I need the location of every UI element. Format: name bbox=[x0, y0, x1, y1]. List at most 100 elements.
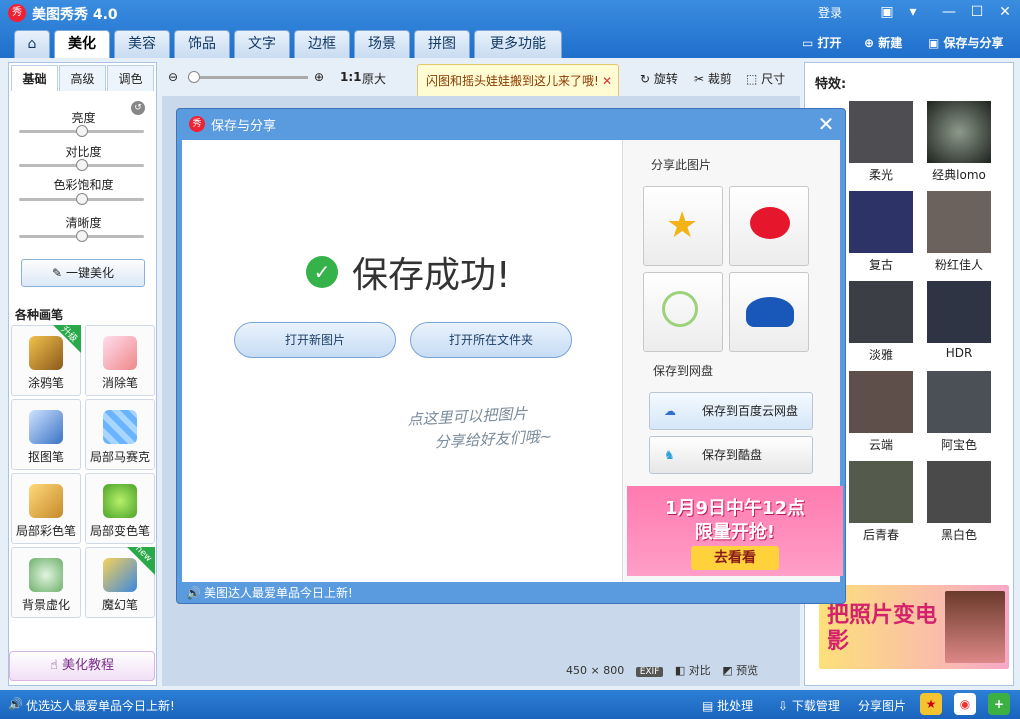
saturation-slider[interactable] bbox=[19, 193, 144, 205]
one-key-beautify-button[interactable]: ✎ 一键美化 bbox=[21, 259, 145, 287]
qzone-icon[interactable]: ★ bbox=[920, 693, 942, 715]
slider-knob[interactable] bbox=[75, 125, 88, 137]
sale-ad-banner[interactable]: 1月9日中午12点 限量开抢! 去看看 bbox=[627, 486, 843, 576]
magic-brush-tool[interactable]: 魔幻笔 new bbox=[85, 544, 155, 618]
share-weibo-button[interactable] bbox=[729, 186, 809, 266]
ad-go-button[interactable]: 去看看 bbox=[691, 546, 779, 570]
slider-knob[interactable] bbox=[75, 159, 88, 171]
doodle-brush-tool[interactable]: 涂鸦笔 升级 bbox=[11, 325, 81, 396]
minimize-icon[interactable]: — bbox=[938, 3, 960, 21]
eraser-tool[interactable]: 消除笔 bbox=[85, 325, 155, 396]
new-button[interactable]: ⊕ 新建 bbox=[864, 34, 902, 51]
batch-button[interactable]: ▤ 批处理 bbox=[702, 697, 753, 714]
tab-collage[interactable]: 拼图 bbox=[414, 30, 470, 58]
background-blur-tool[interactable]: 背景虚化 bbox=[11, 547, 81, 618]
original-size-button[interactable]: 原大 bbox=[362, 70, 386, 87]
brushes-title: 各种画笔 bbox=[15, 308, 64, 322]
subtab-basic[interactable]: 基础 bbox=[11, 65, 58, 91]
save-share-button[interactable]: ▣ 保存与分享 bbox=[928, 34, 1004, 51]
login-link[interactable]: 登录 bbox=[818, 4, 842, 21]
dialog-logo-icon: 秀 bbox=[189, 116, 205, 132]
share-image-label: 分享图片 bbox=[858, 699, 907, 713]
add-icon[interactable]: + bbox=[988, 693, 1010, 715]
slider-knob[interactable] bbox=[75, 193, 88, 205]
rotate-label: 旋转 bbox=[653, 72, 678, 86]
zoom-in-icon[interactable]: ⊕ bbox=[314, 70, 324, 84]
share-pengyou-button[interactable] bbox=[643, 272, 723, 352]
effect-pink[interactable]: 粉红佳人 bbox=[927, 191, 991, 272]
effect-retro[interactable]: 复古 bbox=[849, 191, 913, 272]
slider-knob[interactable] bbox=[75, 230, 88, 242]
close-icon[interactable]: ✕ bbox=[994, 3, 1016, 21]
open-button[interactable]: ▭ 打开 bbox=[802, 34, 842, 51]
kuaipan-icon: ♞ bbox=[664, 448, 675, 462]
image-dimensions: 450 × 800 bbox=[566, 664, 625, 677]
exif-button[interactable]: EXIF bbox=[635, 667, 664, 677]
subtab-advanced[interactable]: 高级 bbox=[59, 65, 106, 91]
tab-more[interactable]: 更多功能 ▾ bbox=[474, 30, 562, 78]
sharpness-slider[interactable] bbox=[19, 230, 144, 242]
tool-label: 局部变色笔 bbox=[89, 524, 150, 538]
cutout-brush-tool[interactable]: 抠图笔 bbox=[11, 399, 81, 470]
maximize-icon[interactable]: ☐ bbox=[966, 3, 988, 21]
effect-hdr[interactable]: HDR bbox=[927, 281, 991, 361]
resize-button[interactable]: ⬚ 尺寸 bbox=[746, 70, 785, 87]
dialog-footer: 🔊 美图达人最爱单品今日上新! bbox=[182, 583, 840, 603]
wand-icon: ✎ bbox=[52, 266, 63, 280]
open-new-image-button[interactable]: 打开新图片 bbox=[234, 322, 396, 358]
tab-text[interactable]: 文字 bbox=[234, 30, 290, 58]
tab-border[interactable]: 边框 bbox=[294, 30, 350, 58]
effect-thumbnail bbox=[849, 191, 913, 253]
effect-soft-light[interactable]: 柔光 bbox=[849, 101, 913, 182]
brightness-slider[interactable] bbox=[19, 125, 144, 137]
home-tab[interactable]: ⌂ bbox=[14, 30, 50, 58]
dialog-news[interactable]: 美图达人最爱单品今日上新! bbox=[204, 586, 353, 600]
effect-elegant[interactable]: 淡雅 bbox=[849, 281, 913, 362]
compare-button[interactable]: ◧ 对比 bbox=[675, 664, 711, 677]
effect-abao[interactable]: 阿宝色 bbox=[927, 371, 991, 452]
save-kuai-button[interactable]: ♞ 保存到酷盘 bbox=[649, 436, 813, 474]
effect-label: 淡雅 bbox=[868, 348, 893, 362]
dialog-close-icon[interactable]: ✕ bbox=[815, 112, 837, 136]
weibo-icon[interactable]: ◉ bbox=[954, 693, 976, 715]
tab-beauty[interactable]: 美容 bbox=[114, 30, 170, 58]
contrast-label: 对比度 bbox=[65, 145, 102, 159]
share-qzone-button[interactable]: ★ bbox=[643, 186, 723, 266]
local-recolor-tool[interactable]: 局部变色笔 bbox=[85, 473, 155, 544]
status-news[interactable]: 优选达人最爱单品今日上新! bbox=[26, 697, 175, 714]
mosaic-tool[interactable]: 局部马赛克 bbox=[85, 399, 155, 470]
tutorial-button[interactable]: ☝ 美化教程 bbox=[9, 651, 155, 681]
actual-size-ratio[interactable]: 1:1 bbox=[340, 70, 362, 84]
tool-label: 背景虚化 bbox=[21, 598, 70, 612]
zoom-slider[interactable] bbox=[188, 71, 308, 83]
tab-beautify[interactable]: 美化 bbox=[54, 30, 110, 58]
message-icon[interactable]: ▣ bbox=[876, 3, 898, 21]
menu-icon[interactable]: ▾ bbox=[902, 3, 924, 21]
effect-cloud[interactable]: 云端 bbox=[849, 371, 913, 452]
renren-icon bbox=[746, 297, 794, 327]
tip-close-icon[interactable]: ✕ bbox=[602, 65, 612, 97]
tab-scene[interactable]: 场景 bbox=[354, 30, 410, 58]
tool-label: 涂鸦笔 bbox=[27, 376, 64, 390]
effect-lomo[interactable]: 经典lomo bbox=[927, 101, 991, 182]
effect-youth[interactable]: 后青春 bbox=[849, 461, 913, 542]
effect-bw[interactable]: 黑白色 bbox=[927, 461, 991, 542]
subtab-color[interactable]: 调色 bbox=[107, 65, 154, 91]
download-manager-button[interactable]: ⇩ 下载管理 bbox=[778, 697, 840, 714]
local-color-brush-tool[interactable]: 局部彩色笔 bbox=[11, 473, 81, 544]
tab-accessories[interactable]: 饰品 bbox=[174, 30, 230, 58]
preview-button[interactable]: ◩ 预览 bbox=[722, 664, 758, 677]
share-renren-button[interactable] bbox=[729, 272, 809, 352]
open-folder-button[interactable]: 打开所在文件夹 bbox=[410, 322, 572, 358]
effect-thumbnail bbox=[849, 461, 913, 523]
rotate-icon: ↻ bbox=[640, 72, 651, 86]
contrast-slider[interactable] bbox=[19, 159, 144, 171]
zoom-out-icon[interactable]: ⊖ bbox=[168, 70, 178, 84]
rotate-button[interactable]: ↻ 旋转 bbox=[640, 70, 678, 87]
save-baidu-button[interactable]: ☁ 保存到百度云网盘 bbox=[649, 392, 813, 430]
movie-ad-banner[interactable]: 把照片变电影 bbox=[819, 585, 1009, 669]
preview-label: 预览 bbox=[736, 664, 759, 677]
zoom-knob[interactable] bbox=[188, 71, 200, 83]
crop-button[interactable]: ✂ 裁剪 bbox=[694, 70, 732, 87]
ad-text: 把照片变电影 bbox=[827, 603, 938, 654]
